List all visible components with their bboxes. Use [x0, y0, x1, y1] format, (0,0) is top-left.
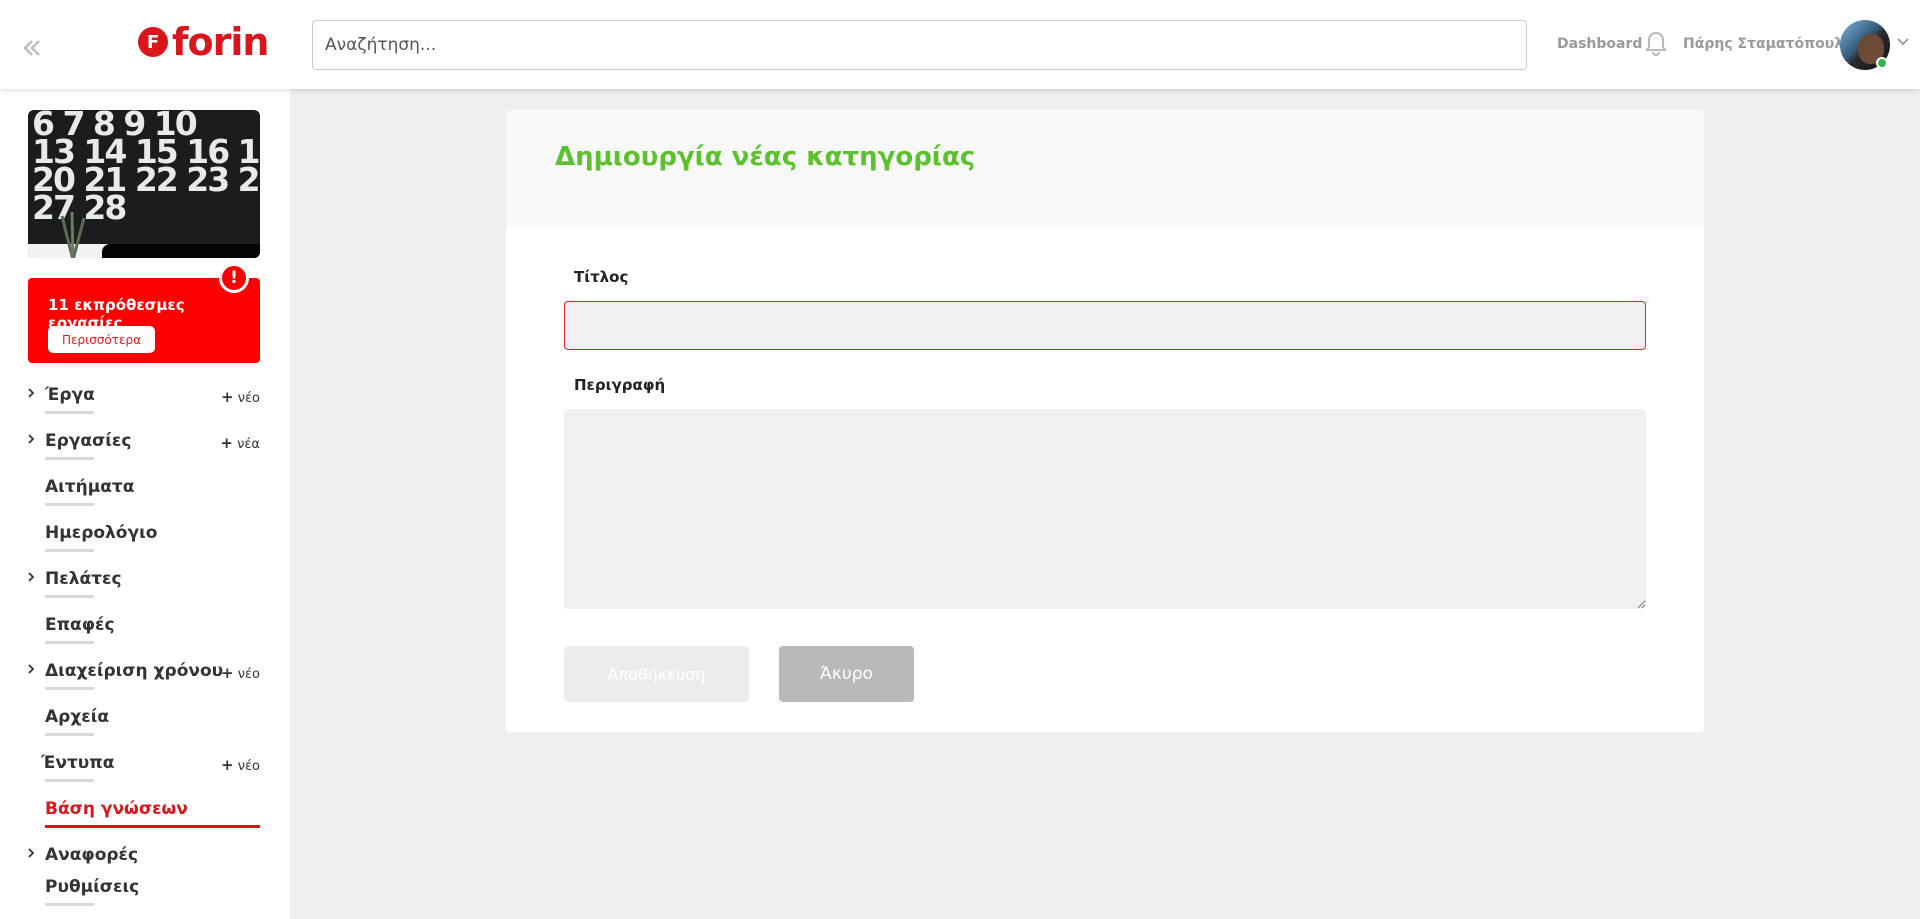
- nav-underline: [45, 549, 94, 552]
- nav-underline-active: [45, 825, 260, 828]
- sidebar-item-tasks[interactable]: Εργασίες + νέα: [0, 431, 290, 471]
- sidebar-item-label: Ρυθμίσεις: [45, 877, 140, 897]
- calendar-numbers: 6 7 8 9 10 13 14 15 16 17 20 21 22 23 24…: [32, 110, 260, 227]
- chevron-down-icon[interactable]: [1896, 34, 1910, 48]
- sidebar-item-files[interactable]: Αρχεία: [0, 707, 290, 747]
- nav-underline: [45, 903, 94, 906]
- nav-underline: [45, 411, 94, 414]
- plant-icon: [60, 211, 86, 258]
- dark-object: [102, 244, 260, 258]
- sidebar-item-requests[interactable]: Αιτήματα: [0, 477, 290, 517]
- sidebar-item-projects[interactable]: Έργα + νέο: [0, 385, 290, 425]
- sidebar-item-clients[interactable]: Πελάτες: [0, 569, 290, 609]
- add-new-link[interactable]: + νέο: [221, 388, 260, 406]
- page-title: Δημιουργία νέας κατηγορίας: [555, 142, 976, 172]
- add-new-link[interactable]: + νέο: [221, 664, 260, 682]
- add-new-label: νέο: [237, 759, 260, 774]
- add-new-label: νέο: [237, 391, 260, 406]
- sidebar-item-knowledge-base[interactable]: Βάση γνώσεων: [0, 799, 290, 839]
- logo-text: forin: [172, 20, 269, 64]
- nav-underline: [45, 779, 94, 782]
- title-input[interactable]: [564, 301, 1646, 350]
- dashboard-link[interactable]: Dashboard: [1557, 36, 1642, 52]
- nav-underline: [45, 687, 94, 690]
- sidebar-item-label: Ημερολόγιο: [45, 523, 158, 543]
- sidebar-item-label: Πελάτες: [45, 569, 122, 589]
- nav-underline: [45, 595, 94, 598]
- bell-icon[interactable]: [1644, 30, 1668, 58]
- card-header: Δημιουργία νέας κατηγορίας: [506, 110, 1704, 227]
- sidebar-item-label: Αναφορές: [45, 845, 139, 865]
- description-field-label: Περιγραφή: [574, 376, 666, 394]
- online-status-indicator: [1876, 57, 1888, 69]
- user-name[interactable]: Πάρης Σταματόπουλος: [1683, 36, 1861, 52]
- description-textarea[interactable]: [564, 409, 1646, 609]
- title-field-label: Τίτλος: [574, 268, 629, 286]
- search-input[interactable]: [312, 20, 1527, 70]
- nav-underline: [45, 457, 94, 460]
- double-chevron-left-icon[interactable]: [20, 28, 48, 64]
- sidebar-item-label: Εργασίες: [45, 431, 132, 451]
- nav-underline: [45, 503, 94, 506]
- add-new-label: νέα: [237, 437, 260, 452]
- add-new-link[interactable]: + νέα: [220, 434, 260, 452]
- sidebar-item-time-management[interactable]: Διαχείριση χρόνου + νέο: [0, 661, 290, 701]
- top-header: F forin Dashboard Πάρης Σταματόπουλος: [0, 0, 1920, 89]
- sidebar-item-label: Αιτήματα: [45, 477, 135, 497]
- sidebar-item-label: Αρχεία: [45, 707, 110, 727]
- sidebar-item-label: Βάση γνώσεων: [45, 799, 188, 819]
- save-button[interactable]: Αποθήκευση: [564, 646, 749, 702]
- chevron-right-icon[interactable]: [26, 387, 36, 399]
- sidebar-item-contacts[interactable]: Επαφές: [0, 615, 290, 655]
- add-new-label: νέο: [237, 667, 260, 682]
- exclamation-icon: !: [219, 263, 249, 293]
- nav-underline: [45, 641, 94, 644]
- chevron-right-icon[interactable]: [26, 663, 36, 675]
- sidebar-item-label: Έργα: [45, 385, 95, 405]
- nav-underline: [45, 733, 94, 736]
- sidebar-item-settings[interactable]: Ρυθμίσεις: [0, 877, 290, 917]
- sidebar-item-calendar[interactable]: Ημερολόγιο: [0, 523, 290, 563]
- logo-mark-icon: F: [138, 27, 168, 57]
- forin-logo[interactable]: F forin: [138, 20, 269, 64]
- sidebar-item-forms[interactable]: Έντυπα + νέο: [0, 753, 290, 793]
- sidebar-item-label: Έντυπα: [41, 753, 115, 773]
- sidebar-item-label: Επαφές: [45, 615, 115, 635]
- new-category-form: Δημιουργία νέας κατηγορίας Τίτλος Περιγρ…: [506, 110, 1704, 732]
- more-button[interactable]: Περισσότερα: [48, 326, 155, 353]
- cancel-button[interactable]: Άκυρο: [779, 646, 914, 702]
- calendar-image: 6 7 8 9 10 13 14 15 16 17 20 21 22 23 24…: [28, 110, 260, 258]
- chevron-right-icon[interactable]: [26, 847, 36, 859]
- sidebar: 6 7 8 9 10 13 14 15 16 17 20 21 22 23 24…: [0, 89, 290, 919]
- chevron-right-icon[interactable]: [26, 571, 36, 583]
- sidebar-item-label: Διαχείριση χρόνου: [45, 661, 224, 681]
- chevron-right-icon[interactable]: [26, 433, 36, 445]
- add-new-link[interactable]: + νέο: [221, 756, 260, 774]
